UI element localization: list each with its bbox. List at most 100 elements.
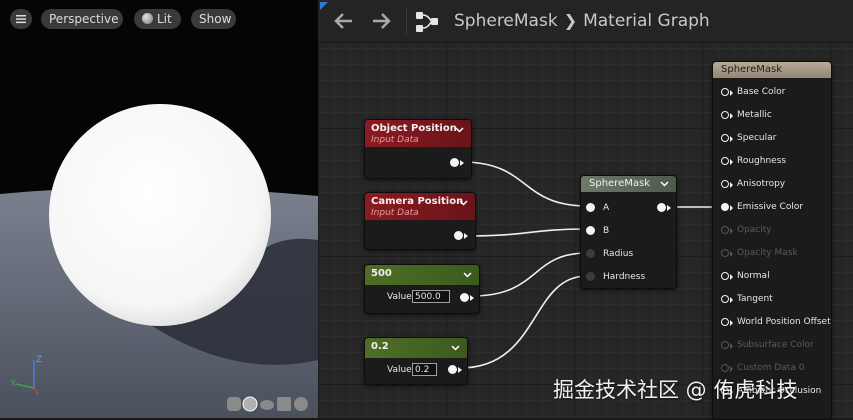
result-pin-label: Metallic — [737, 110, 772, 120]
graph-toolbar: SphereMask ❯ Material Graph — [318, 0, 853, 43]
preview-sphere — [49, 104, 271, 326]
breadcrumb-graph[interactable]: Material Graph — [583, 11, 710, 31]
result-pin-label: Base Color — [737, 87, 786, 97]
material-result-node[interactable]: SphereMask Base Color Metallic Specular Rou… — [712, 61, 832, 420]
material-result-header[interactable]: SphereMask — [713, 62, 831, 78]
camera-position-subtitle: Input Data — [371, 208, 419, 218]
spheremask-input-a-label: A — [603, 203, 610, 213]
constant-02-title: 0.2 — [371, 341, 389, 352]
spheremask-output-pin[interactable] — [657, 203, 666, 212]
constant-02-header[interactable]: 0.2 — [365, 338, 467, 358]
x-axis-label: X — [10, 379, 16, 389]
z-axis-label: Z — [36, 355, 42, 365]
camera-position-node[interactable]: Camera Position Input Data — [364, 192, 476, 250]
result-pin-label: Anisotropy — [737, 179, 786, 189]
material-preview-viewport[interactable]: Perspective Lit Show Z X — [0, 0, 318, 418]
result-pin-label: World Position Offset — [737, 317, 831, 327]
constant-500-title: 500 — [371, 268, 392, 279]
result-pin-metallic[interactable] — [721, 111, 733, 120]
breadcrumb: SphereMask ❯ Material Graph — [454, 10, 710, 32]
watermark: 掘金技术社区 @ 侑虎科技 — [553, 378, 798, 402]
forward-arrow-icon[interactable] — [369, 10, 393, 32]
constant-500-node[interactable]: 500 Value 500.0 — [364, 264, 480, 314]
perspective-button[interactable]: Perspective — [41, 9, 123, 29]
result-pin-label: Roughness — [737, 156, 787, 166]
camera-position-output-pin[interactable] — [454, 231, 463, 240]
constant-500-value-field[interactable]: 500.0 — [412, 290, 450, 303]
object-position-node[interactable]: Object Position Input Data — [364, 119, 472, 179]
result-pin-label: Opacity — [737, 225, 772, 235]
result-pin-opacity-mask — [721, 249, 733, 258]
lit-sphere-icon — [142, 13, 153, 24]
result-pin-label: Opacity Mask — [737, 248, 798, 258]
pin-arrow-icon — [458, 367, 462, 373]
chevron-down-icon[interactable] — [660, 179, 669, 188]
chevron-down-icon[interactable] — [455, 125, 464, 134]
cylinder-shape-icon — [227, 397, 241, 411]
result-pin-label: Emissive Color — [737, 202, 804, 212]
result-pin-opacity — [721, 226, 733, 235]
object-position-header[interactable]: Object Position Input Data — [365, 120, 471, 147]
material-graph-icon — [416, 12, 438, 32]
constant-500-output-pin[interactable] — [460, 293, 469, 302]
result-pin-emissive-color[interactable] — [721, 203, 733, 212]
chevron-down-icon[interactable] — [459, 198, 468, 207]
breadcrumb-chevron-icon: ❯ — [563, 11, 578, 30]
spheremask-header[interactable]: SphereMask — [581, 176, 676, 192]
spheremask-input-radius-label: Radius — [603, 249, 634, 259]
spheremask-title: SphereMask — [589, 178, 650, 189]
teapot-shape-icon — [294, 397, 308, 411]
viewport-menu-button[interactable] — [10, 9, 32, 29]
camera-position-title: Camera Position — [371, 196, 464, 207]
result-pin-roughness[interactable] — [721, 157, 733, 166]
axis-gizmo-icon: Z X — [10, 355, 42, 395]
constant-02-value-field[interactable]: 0.2 — [412, 363, 437, 376]
result-pin-subsurface-color — [721, 341, 733, 350]
spheremask-input-hardness-pin[interactable] — [586, 272, 595, 281]
breadcrumb-asset[interactable]: SphereMask — [454, 11, 558, 31]
result-pin-label: Normal — [737, 271, 770, 281]
result-pin-label: Subsurface Color — [737, 340, 814, 350]
show-button[interactable]: Show — [191, 9, 236, 29]
result-pin-base-color[interactable] — [721, 88, 733, 97]
object-position-subtitle: Input Data — [371, 135, 419, 145]
result-pin-specular[interactable] — [721, 134, 733, 143]
cube-shape-icon — [277, 397, 291, 411]
spheremask-input-b-pin[interactable] — [586, 226, 595, 235]
constant-02-node[interactable]: 0.2 Value 0.2 — [364, 337, 468, 385]
hamburger-icon — [16, 15, 26, 24]
spheremask-input-radius-pin[interactable] — [586, 249, 595, 258]
result-pin-custom-data-0 — [721, 364, 733, 373]
result-pin-world-position-offset[interactable] — [721, 318, 733, 327]
object-position-output-pin[interactable] — [450, 158, 459, 167]
pin-arrow-icon — [470, 295, 474, 301]
chevron-down-icon[interactable] — [451, 343, 460, 352]
result-pin-anisotropy[interactable] — [721, 180, 733, 189]
constant-02-output-pin[interactable] — [448, 365, 457, 374]
material-result-title: SphereMask — [721, 64, 782, 75]
spheremask-input-b-label: B — [603, 226, 610, 236]
sphere-shape-icon — [242, 396, 258, 412]
result-pin-normal[interactable] — [721, 272, 733, 281]
result-pin-label: Specular — [737, 133, 777, 143]
lit-label: Lit — [157, 12, 172, 26]
camera-position-header[interactable]: Camera Position Input Data — [365, 193, 475, 220]
pin-arrow-icon — [460, 160, 464, 166]
graph-corner-marker — [320, 2, 328, 10]
lit-mode-button[interactable]: Lit — [134, 9, 181, 29]
perspective-label: Perspective — [49, 12, 119, 26]
constant-500-header[interactable]: 500 — [365, 265, 479, 285]
object-position-title: Object Position — [371, 123, 457, 134]
constant-02-value-label: Value — [387, 365, 412, 375]
spheremask-input-hardness-label: Hardness — [603, 272, 646, 282]
spheremask-input-a-pin[interactable] — [586, 203, 595, 212]
spheremask-node[interactable]: SphereMask A B Radius Hardness — [580, 175, 677, 289]
preview-shape-buttons[interactable] — [225, 395, 315, 413]
back-arrow-icon[interactable] — [332, 10, 356, 32]
result-pin-tangent[interactable] — [721, 295, 733, 304]
result-pin-label: Tangent — [737, 294, 773, 304]
constant-500-value-label: Value — [387, 292, 412, 302]
pin-arrow-icon — [464, 233, 468, 239]
show-label: Show — [199, 12, 232, 26]
chevron-down-icon[interactable] — [463, 270, 472, 279]
